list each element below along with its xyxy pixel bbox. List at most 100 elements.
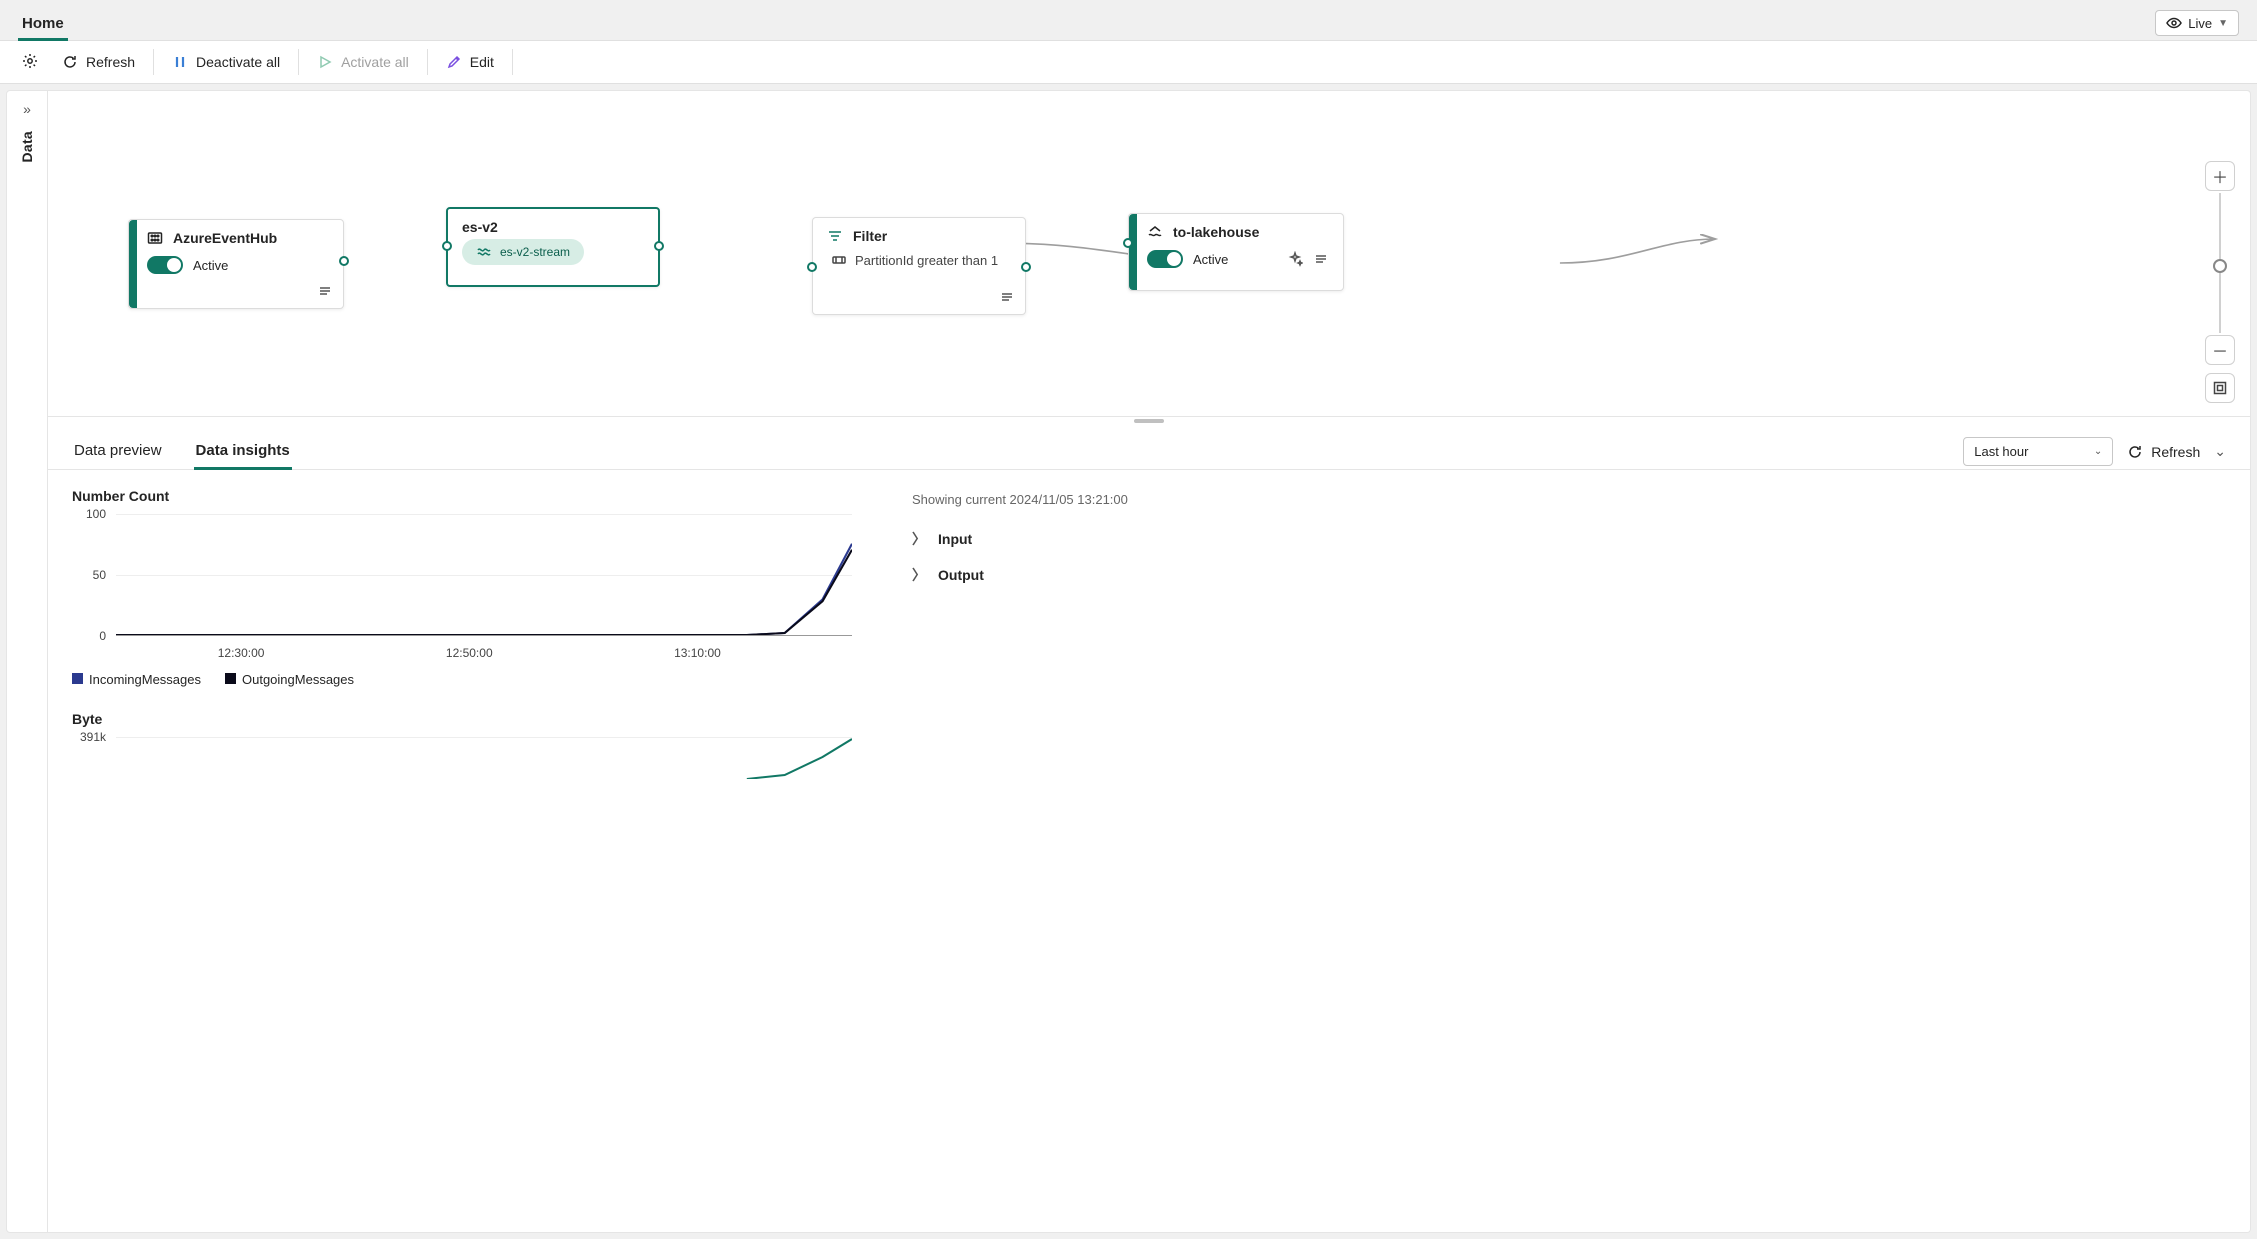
edit-icon bbox=[446, 54, 462, 70]
insights-side: Showing current 2024/11/05 13:21:00 〉 In… bbox=[912, 488, 2226, 815]
sparkle-icon[interactable] bbox=[1287, 251, 1303, 267]
insights-refresh-button[interactable]: Refresh bbox=[2127, 444, 2200, 460]
node-source-title: AzureEventHub bbox=[173, 230, 277, 246]
xlabel: 12:50:00 bbox=[446, 646, 493, 660]
node-more-icon[interactable] bbox=[999, 289, 1015, 308]
refresh-button[interactable]: Refresh bbox=[48, 48, 149, 76]
chevron-right-icon: 〉 bbox=[912, 565, 926, 585]
node-sink-title: to-lakehouse bbox=[1173, 224, 1259, 240]
insights-body: Number Count 100 50 0 bbox=[48, 470, 2250, 833]
chart-number-count: 100 50 0 bbox=[116, 514, 852, 664]
flow-canvas[interactable]: AzureEventHub Active es-v2 es-v2-stream bbox=[48, 91, 2250, 416]
port-out[interactable] bbox=[339, 256, 349, 266]
time-range-value: Last hour bbox=[1974, 444, 2028, 459]
zoom-thumb[interactable] bbox=[2213, 259, 2227, 273]
ylabel: 391k bbox=[80, 730, 106, 744]
node-more-icon[interactable] bbox=[1313, 251, 1329, 267]
accordion-output-label: Output bbox=[938, 567, 984, 583]
edit-label: Edit bbox=[470, 54, 494, 70]
activate-all-button: Activate all bbox=[303, 48, 423, 76]
tab-data-preview[interactable]: Data preview bbox=[72, 434, 164, 469]
chevron-right-icon: 〉 bbox=[912, 529, 926, 549]
status-bar bbox=[129, 220, 137, 308]
ylabel: 100 bbox=[86, 507, 106, 521]
time-range-select[interactable]: Last hour ⌄ bbox=[1963, 437, 2113, 466]
pause-icon bbox=[172, 54, 188, 70]
bottom-panel: Data preview Data insights Last hour ⌄ R… bbox=[48, 424, 2250, 1232]
node-filter-title: Filter bbox=[853, 228, 887, 244]
zoom-in-button[interactable]: ＋ bbox=[2205, 161, 2235, 191]
status-bar bbox=[1129, 214, 1137, 290]
bottom-tabs: Data preview Data insights Last hour ⌄ R… bbox=[48, 424, 2250, 470]
accordion-input-label: Input bbox=[938, 531, 972, 547]
chevron-right-icon: » bbox=[23, 101, 31, 117]
node-sink[interactable]: to-lakehouse Active bbox=[1128, 213, 1344, 291]
port-in[interactable] bbox=[807, 262, 817, 272]
filter-condition: PartitionId greater than 1 bbox=[855, 253, 998, 268]
legend-item: OutgoingMessages bbox=[242, 672, 354, 687]
chart-0-title: Number Count bbox=[72, 488, 852, 504]
deactivate-all-button[interactable]: Deactivate all bbox=[158, 48, 294, 76]
toolbar: Refresh Deactivate all Activate all Edit bbox=[0, 40, 2257, 84]
stream-icon bbox=[476, 244, 492, 260]
toolbar-separator bbox=[427, 49, 428, 75]
zoom-fit-button[interactable] bbox=[2205, 373, 2235, 403]
gear-icon bbox=[22, 53, 38, 69]
node-stream-title: es-v2 bbox=[448, 209, 658, 239]
toolbar-separator bbox=[512, 49, 513, 75]
zoom-controls: ＋ － bbox=[2204, 161, 2236, 403]
chevron-down-icon: ▼ bbox=[2218, 18, 2228, 29]
refresh-label: Refresh bbox=[86, 54, 135, 70]
data-rail[interactable]: » Data bbox=[6, 90, 48, 1233]
ylabel: 0 bbox=[99, 629, 106, 643]
live-mode-label: Live bbox=[2188, 16, 2212, 31]
stream-pill: es-v2-stream bbox=[462, 239, 584, 265]
xlabel: 12:30:00 bbox=[218, 646, 265, 660]
column-icon bbox=[831, 252, 847, 268]
insights-refresh-label: Refresh bbox=[2151, 444, 2200, 460]
node-stream[interactable]: es-v2 es-v2-stream bbox=[446, 207, 660, 287]
stream-pill-label: es-v2-stream bbox=[500, 245, 570, 259]
source-toggle[interactable] bbox=[147, 256, 183, 274]
node-filter[interactable]: Filter PartitionId greater than 1 bbox=[812, 217, 1026, 315]
zoom-slider[interactable] bbox=[2219, 193, 2221, 333]
refresh-icon bbox=[62, 54, 78, 70]
canvas-wrap: AzureEventHub Active es-v2 es-v2-stream bbox=[48, 90, 2251, 1233]
tab-home[interactable]: Home bbox=[18, 7, 68, 40]
ribbon-tabs: Home Live ▼ bbox=[0, 0, 2257, 40]
edit-button[interactable]: Edit bbox=[432, 48, 508, 76]
main: » Data AzureEventHub bbox=[0, 84, 2257, 1239]
settings-button[interactable] bbox=[12, 47, 48, 78]
accordion-output[interactable]: 〉 Output bbox=[912, 557, 2226, 593]
filter-icon bbox=[827, 228, 843, 244]
zoom-out-button[interactable]: － bbox=[2205, 335, 2235, 365]
sink-toggle[interactable] bbox=[1147, 250, 1183, 268]
data-rail-label: Data bbox=[19, 131, 35, 163]
panel-resize-handle[interactable] bbox=[48, 416, 2250, 424]
chevron-down-icon: ⌄ bbox=[2094, 446, 2102, 457]
port-out[interactable] bbox=[654, 241, 664, 251]
ylabel: 50 bbox=[93, 568, 106, 582]
port-out[interactable] bbox=[1021, 262, 1031, 272]
toolbar-separator bbox=[298, 49, 299, 75]
accordion-input[interactable]: 〉 Input bbox=[912, 521, 2226, 557]
node-source[interactable]: AzureEventHub Active bbox=[128, 219, 344, 309]
toolbar-separator bbox=[153, 49, 154, 75]
node-more-icon[interactable] bbox=[317, 283, 333, 302]
play-icon bbox=[317, 54, 333, 70]
activate-all-label: Activate all bbox=[341, 54, 409, 70]
charts: Number Count 100 50 0 bbox=[72, 488, 852, 815]
fit-icon bbox=[2212, 380, 2228, 396]
live-mode-dropdown[interactable]: Live ▼ bbox=[2155, 10, 2239, 36]
port-in[interactable] bbox=[1123, 238, 1133, 248]
event-hub-icon bbox=[147, 230, 163, 246]
deactivate-all-label: Deactivate all bbox=[196, 54, 280, 70]
sink-status: Active bbox=[1193, 252, 1228, 267]
chart-byte: 391k bbox=[116, 737, 852, 807]
tab-data-insights[interactable]: Data insights bbox=[194, 434, 292, 469]
refresh-icon bbox=[2127, 444, 2143, 460]
panel-collapse-button[interactable]: ⌄ bbox=[2214, 443, 2226, 460]
eye-icon bbox=[2166, 15, 2182, 31]
port-in[interactable] bbox=[442, 241, 452, 251]
chart-0-legend: IncomingMessages OutgoingMessages bbox=[72, 672, 852, 687]
